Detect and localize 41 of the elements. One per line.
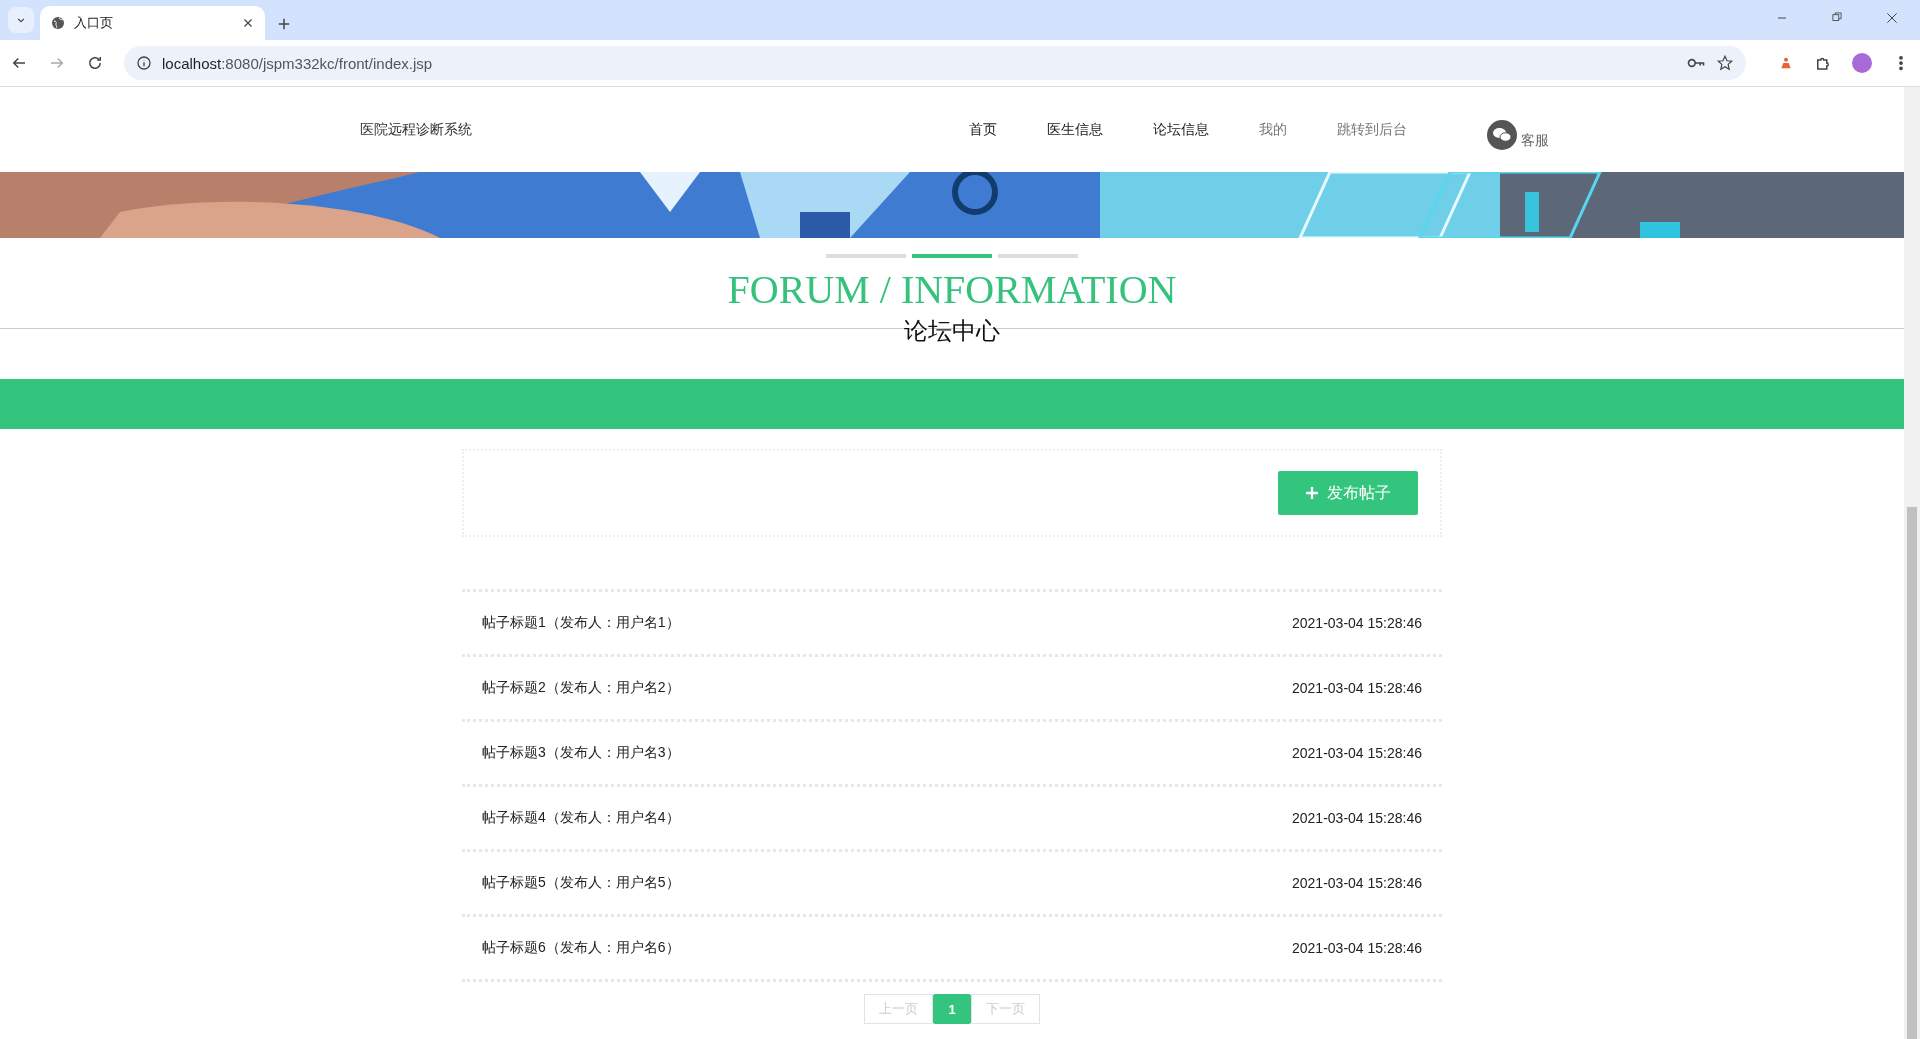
post-row[interactable]: 帖子标题3（发布人：用户名3） 2021-03-04 15:28:46 [462, 722, 1442, 787]
post-time: 2021-03-04 15:28:46 [1292, 940, 1422, 956]
post-time: 2021-03-04 15:28:46 [1292, 680, 1422, 696]
section-heading: FORUM / INFORMATION [726, 268, 1178, 312]
nav-link[interactable]: 首页 [944, 120, 1022, 139]
star-icon[interactable] [1716, 54, 1734, 72]
info-icon[interactable] [136, 55, 152, 71]
post-row[interactable]: 帖子标题4（发布人：用户名4） 2021-03-04 15:28:46 [462, 787, 1442, 852]
post-time: 2021-03-04 15:28:46 [1292, 615, 1422, 631]
post-time: 2021-03-04 15:28:46 [1292, 810, 1422, 826]
post-title: 帖子标题3（发布人：用户名3） [482, 744, 680, 762]
post-title: 帖子标题4（发布人：用户名4） [482, 809, 680, 827]
post-row[interactable]: 帖子标题6（发布人：用户名6） 2021-03-04 15:28:46 [462, 917, 1442, 982]
post-time: 2021-03-04 15:28:46 [1292, 875, 1422, 891]
globe-icon[interactable] [50, 15, 66, 31]
url-text: localhost:8080/jspm332kc/front/index.jsp [162, 54, 433, 72]
site-title: 医院远程诊断系统 [360, 120, 473, 139]
plus-icon [1305, 486, 1319, 500]
post-row[interactable]: 帖子标题1（发布人：用户名1） 2021-03-04 15:28:46 [462, 592, 1442, 657]
post-title: 帖子标题1（发布人：用户名1） [482, 614, 680, 632]
nav-link[interactable]: 跳转到后台 [1312, 120, 1432, 139]
tab-title: 入口页 [74, 14, 114, 32]
browser-tab[interactable]: 入口页 [40, 6, 265, 40]
post-title: 帖子标题2（发布人：用户名2） [482, 679, 680, 697]
post-title: 帖子标题5（发布人：用户名5） [482, 874, 680, 892]
post-row[interactable]: 帖子标题2（发布人：用户名2） 2021-03-04 15:28:46 [462, 657, 1442, 722]
nav-link[interactable]: 医生信息 [1022, 120, 1128, 139]
address-bar[interactable]: localhost:8080/jspm332kc/front/index.jsp [124, 46, 1746, 80]
reload-icon[interactable] [86, 54, 104, 72]
scrollbar[interactable] [1904, 87, 1920, 1039]
post-title: 帖子标题6（发布人：用户名6） [482, 939, 680, 957]
nav-link[interactable]: 论坛信息 [1128, 120, 1234, 139]
customer-service-link[interactable]: 客服 [1462, 109, 1574, 150]
nav-link[interactable]: 我的 [1234, 120, 1312, 139]
close-icon[interactable] [1884, 10, 1900, 26]
chat-bubbles-icon [1487, 119, 1517, 150]
post-time: 2021-03-04 15:28:46 [1292, 745, 1422, 761]
profile-avatar[interactable] [1852, 53, 1872, 73]
section-subheading: 论坛中心 [904, 317, 1000, 345]
restore-icon[interactable] [1830, 10, 1844, 24]
post-row[interactable]: 帖子标题5（发布人：用户名5） 2021-03-04 15:28:46 [462, 852, 1442, 917]
